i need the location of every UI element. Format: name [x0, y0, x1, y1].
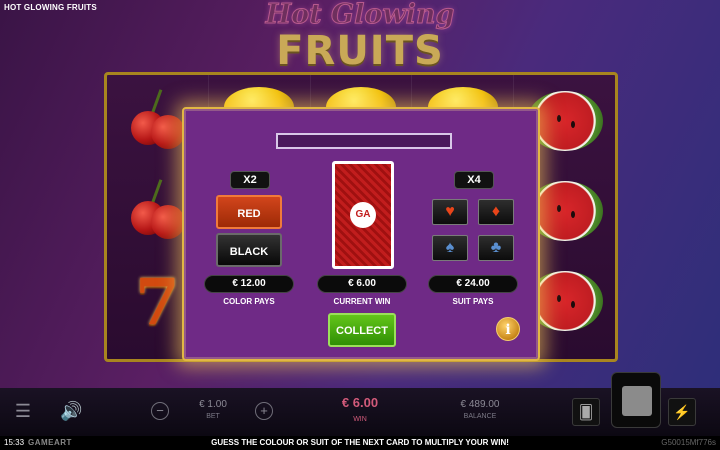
speaker-icon[interactable]: 🔊 [60, 402, 82, 420]
info-icon[interactable]: i [496, 317, 520, 341]
logo-hot-glowing: Hot Glowing [265, 0, 455, 30]
spin-button[interactable] [611, 372, 661, 428]
logo-fruits: FRUITS [276, 28, 444, 74]
suit-multiplier-badge: X4 [454, 171, 494, 189]
seven-symbol: 7 [135, 265, 180, 340]
diamond-suit-button[interactable]: ♦ [478, 199, 514, 225]
current-win-value: € 6.00 [317, 275, 407, 293]
black-button[interactable]: BLACK [216, 233, 282, 267]
instruction-message: GUESS THE COLOUR OR SUIT OF THE NEXT CAR… [211, 438, 509, 447]
lightning-icon: ⚡ [673, 404, 691, 420]
color-pays-value: € 12.00 [204, 275, 294, 293]
footer-strip: 15:33 GAMEART GUESS THE COLOUR OR SUIT O… [0, 436, 720, 450]
win-value: € 6.00 [341, 395, 379, 410]
cherry-symbol [127, 179, 187, 239]
red-button[interactable]: RED [216, 195, 282, 229]
cherry-symbol [127, 89, 187, 149]
round-code: G50015Mf776s [661, 438, 716, 447]
bet-label: BET [206, 413, 220, 420]
current-win-label: CURRENT WIN [333, 297, 391, 306]
game-logo: Hot Glowing FRUITS [250, 0, 470, 78]
gamble-panel: X2 RED BLACK GA X4 ♥ ♦ ♠ ♣ € 12.00 COLOR… [182, 107, 540, 361]
color-multiplier-badge: X2 [230, 171, 270, 189]
turbo-button[interactable]: ⚡ [668, 398, 696, 426]
win-label: WIN [353, 416, 367, 423]
decrease-bet-button[interactable]: − [151, 402, 169, 420]
face-down-card: GA [332, 161, 394, 269]
balance-value: € 489.00 [460, 399, 500, 410]
spade-suit-button[interactable]: ♠ [432, 235, 468, 261]
cards-icon: 🂠 [578, 404, 594, 420]
menu-icon[interactable]: ☰ [14, 402, 32, 420]
suit-pays-label: SUIT PAYS [452, 297, 494, 306]
bet-value: € 1.00 [199, 399, 227, 410]
stop-icon [622, 386, 652, 416]
card-logo: GA [350, 202, 376, 228]
card-history-bar [276, 133, 452, 149]
suit-pays-value: € 24.00 [428, 275, 518, 293]
increase-bet-button[interactable]: + [255, 402, 273, 420]
heart-suit-button[interactable]: ♥ [432, 199, 468, 225]
game-title-label: HOT GLOWING FRUITS [4, 3, 97, 12]
club-suit-button[interactable]: ♣ [478, 235, 514, 261]
collect-button[interactable]: COLLECT [328, 313, 396, 347]
color-pays-label: COLOR PAYS [223, 297, 275, 306]
gamble-cards-button[interactable]: 🂠 [572, 398, 600, 426]
balance-label: BALANCE [463, 413, 497, 420]
